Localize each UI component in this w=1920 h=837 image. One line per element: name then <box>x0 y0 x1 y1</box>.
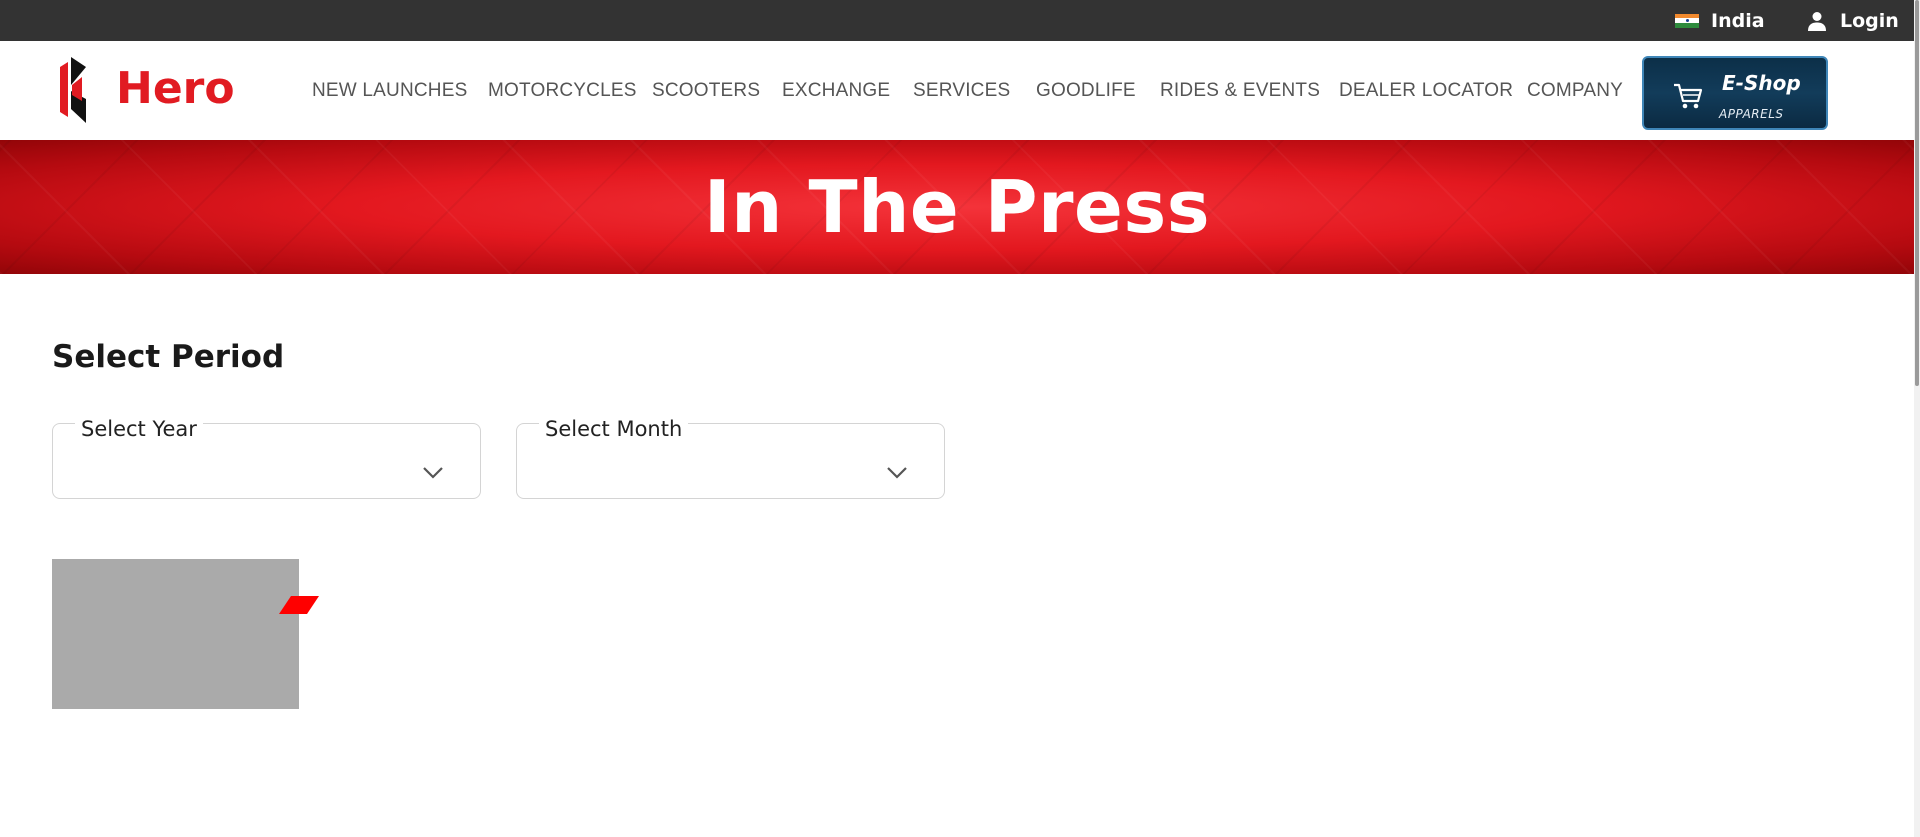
red-parallelogram-icon <box>279 596 319 614</box>
year-select[interactable]: Select Year <box>52 417 481 499</box>
eshop-title: E-Shop <box>1722 71 1801 95</box>
press-item-thumbnail[interactable] <box>52 559 299 709</box>
page-banner: In The Press <box>0 140 1914 274</box>
nav-dealer-locator[interactable]: DEALER LOCATOR <box>1339 41 1513 140</box>
top-utility-bar: India Login <box>0 0 1914 41</box>
chevron-down-icon <box>423 467 443 479</box>
scrollbar-thumb[interactable] <box>1915 0 1919 386</box>
country-label: India <box>1711 9 1765 32</box>
select-period-heading: Select Period <box>52 339 285 375</box>
hero-logo[interactable]: Hero <box>58 57 244 123</box>
page-scrollbar[interactable] <box>1914 0 1920 837</box>
eshop-subtitle: APPARELS <box>1719 107 1784 121</box>
nav-motorcycles[interactable]: MOTORCYCLES <box>488 41 637 140</box>
year-select-label: Select Year <box>75 417 203 441</box>
page-title: In The Press <box>703 165 1211 249</box>
nav-scooters[interactable]: SCOOTERS <box>652 41 760 140</box>
nav-goodlife[interactable]: GOODLIFE <box>1036 41 1136 140</box>
india-flag-icon <box>1675 13 1699 28</box>
main-navbar: Hero NEW LAUNCHES MOTORCYCLES SCOOTERS E… <box>0 41 1914 140</box>
login-label: Login <box>1840 9 1899 32</box>
nav-rides-events[interactable]: RIDES & EVENTS <box>1160 41 1320 140</box>
nav-exchange[interactable]: EXCHANGE <box>782 41 890 140</box>
nav-services[interactable]: SERVICES <box>913 41 1010 140</box>
user-icon <box>1808 11 1826 31</box>
chevron-down-icon <box>887 467 907 479</box>
login-link[interactable]: Login <box>1805 0 1899 41</box>
nav-company[interactable]: COMPANY <box>1527 41 1623 140</box>
page: India Login Hero NEW LAUNCHES MOTORCYCLE… <box>0 0 1920 837</box>
cart-icon <box>1674 83 1703 109</box>
brand-wordmark: Hero <box>116 63 235 114</box>
hero-logo-mark: Hero <box>60 57 235 123</box>
eshop-button[interactable]: E-Shop APPARELS <box>1642 56 1828 130</box>
nav-new-launches[interactable]: NEW LAUNCHES <box>312 41 467 140</box>
month-select-label: Select Month <box>539 417 689 441</box>
country-selector[interactable]: India <box>1675 0 1765 41</box>
month-select[interactable]: Select Month <box>516 417 945 499</box>
